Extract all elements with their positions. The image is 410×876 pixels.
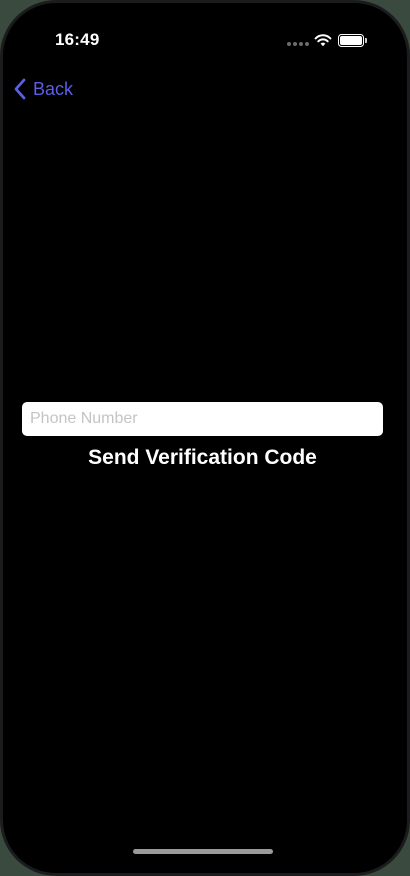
home-indicator[interactable] [133,849,273,854]
battery-icon [338,34,368,47]
cellular-signal-icon [287,42,311,46]
app-screen: 16:49 Back Phone Number Send Verificatio… [3,3,407,873]
wifi-icon [314,34,332,47]
phone-number-input[interactable] [22,402,383,436]
back-button-label: Back [33,78,74,99]
status-time: 16:49 [55,30,100,49]
device-frame: 16:49 Back Phone Number Send Verificatio… [0,0,410,876]
send-verification-code-button[interactable]: Send Verification Code [22,443,383,473]
status-bar: 16:49 [3,3,407,63]
chevron-left-icon [14,78,26,100]
back-button[interactable]: Back [13,75,73,103]
